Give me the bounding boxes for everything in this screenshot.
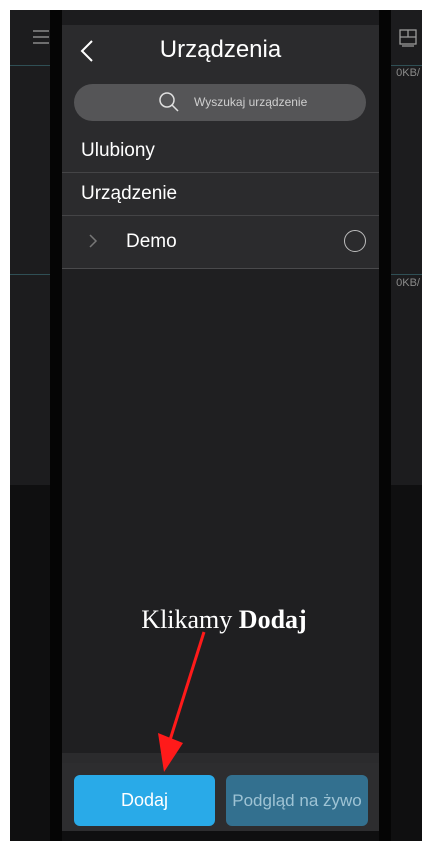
device-list-area xyxy=(62,269,379,753)
search-icon xyxy=(158,91,180,113)
device-item-demo[interactable]: Demo xyxy=(62,216,379,269)
search-input[interactable]: Wyszukaj urządzenie xyxy=(74,84,366,121)
live-view-button[interactable]: Podgląd na żywo xyxy=(226,775,368,826)
devices-panel: Urządzenia Wyszukaj urządzenie Ulubiony … xyxy=(62,25,379,831)
menu-icon[interactable] xyxy=(32,28,50,46)
layout-icon[interactable] xyxy=(398,28,418,48)
speed-readout: 0KB/ xyxy=(396,67,420,79)
bottom-bar: Dodaj Podgląd na żywo xyxy=(62,763,379,831)
add-button[interactable]: Dodaj xyxy=(74,775,215,826)
annotation-text: Klikamy Dodaj xyxy=(141,605,307,634)
section-favorites[interactable]: Ulubiony xyxy=(62,130,379,173)
search-placeholder: Wyszukaj urządzenie xyxy=(194,95,308,109)
device-name: Demo xyxy=(126,231,177,252)
chevron-right-icon[interactable] xyxy=(88,233,98,249)
section-devices[interactable]: Urządzenie xyxy=(62,173,379,216)
speed-readout: 0KB/ xyxy=(396,277,420,289)
panel-shadow xyxy=(379,10,391,841)
panel-header: Urządzenia xyxy=(62,25,379,80)
page-title: Urządzenia xyxy=(159,36,282,63)
app-screen: 0KB/ 0KB/ Urządzenia Wyszukaj urządzenie… xyxy=(10,10,422,841)
section-favorites-label: Ulubiony xyxy=(81,140,155,161)
device-select-radio[interactable] xyxy=(344,230,366,252)
panel-shadow xyxy=(50,10,62,841)
section-devices-label: Urządzenie xyxy=(81,183,178,204)
